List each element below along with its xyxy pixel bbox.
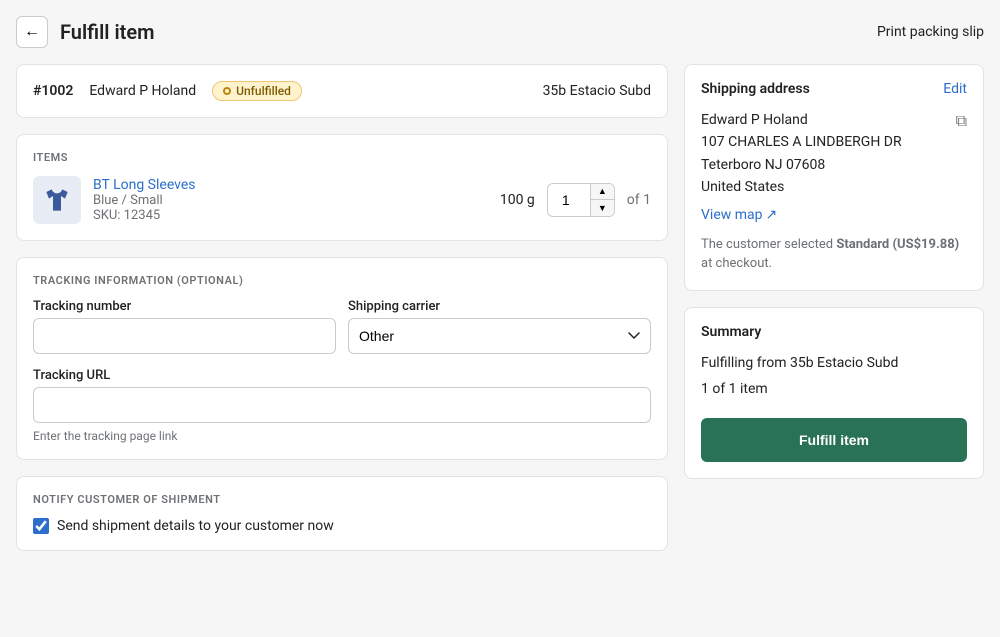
address-line1: 107 CHARLES A LINDBERGH DR	[701, 131, 902, 153]
quantity-control: ▲ ▼	[547, 183, 615, 217]
shipping-note: The customer selected Standard (US$19.88…	[701, 235, 967, 274]
external-link-icon: ↗	[766, 207, 778, 223]
address-country: United States	[701, 176, 902, 198]
shipping-method: Standard	[836, 237, 889, 252]
notify-checkbox-label[interactable]: Send shipment details to your customer n…	[57, 518, 334, 534]
fulfill-item-button[interactable]: Fulfill item	[701, 418, 967, 462]
shipping-carrier-group: Shipping carrier Other UPS FedEx DHL USP…	[348, 299, 651, 354]
print-packing-slip-link[interactable]: Print packing slip	[877, 24, 984, 40]
of-total: of 1	[627, 192, 651, 208]
copy-address-icon[interactable]: ⧉	[956, 111, 967, 131]
tracking-card: TRACKING INFORMATION (OPTIONAL) Tracking…	[16, 257, 668, 460]
summary-card: Summary Fulfilling from 35b Estacio Subd…	[684, 307, 984, 480]
tracking-number-label: Tracking number	[33, 299, 336, 314]
item-variant: Blue / Small	[93, 193, 488, 208]
main-content: #1002 Edward P Holand Unfulfilled 35b Es…	[16, 64, 984, 551]
order-info-card: #1002 Edward P Holand Unfulfilled 35b Es…	[16, 64, 668, 118]
items-card: ITEMS BT Long Sleeves Blue / Small SKU: …	[16, 134, 668, 241]
address-name: Edward P Holand	[701, 109, 902, 131]
item-weight: 100 g	[500, 192, 535, 208]
summary-title: Summary	[701, 324, 967, 340]
item-sku: SKU: 12345	[93, 208, 488, 223]
tracking-form-row: Tracking number Shipping carrier Other U…	[33, 299, 651, 354]
tracking-url-label: Tracking URL	[33, 368, 651, 383]
item-count: 1 of 1 item	[701, 378, 967, 400]
shipping-address-header: Shipping address Edit	[701, 81, 967, 97]
view-map-label: View map	[701, 207, 763, 223]
status-label: Unfulfilled	[236, 84, 291, 98]
table-row: BT Long Sleeves Blue / Small SKU: 12345 …	[33, 176, 651, 224]
quantity-decrease-button[interactable]: ▼	[590, 200, 614, 216]
shipping-carrier-select[interactable]: Other UPS FedEx DHL USPS	[348, 318, 651, 354]
customer-name: Edward P Holand	[89, 83, 196, 99]
notify-checkbox-row: Send shipment details to your customer n…	[33, 518, 651, 534]
shipping-address-card: Shipping address Edit Edward P Holand 10…	[684, 64, 984, 291]
back-button[interactable]: ←	[16, 16, 48, 48]
order-info-row: #1002 Edward P Holand Unfulfilled 35b Es…	[33, 81, 651, 101]
tracking-section-label: TRACKING INFORMATION (OPTIONAL)	[33, 274, 651, 287]
shipping-price: (US$19.88)	[892, 237, 959, 252]
fulfilling-from: Fulfilling from 35b Estacio Subd	[701, 352, 967, 374]
tracking-number-input[interactable]	[33, 318, 336, 354]
order-number: #1002	[33, 83, 73, 99]
address-row: Edward P Holand 107 CHARLES A LINDBERGH …	[701, 109, 967, 199]
page-header: ← Fulfill item Print packing slip	[16, 16, 984, 48]
notify-section-label: NOTIFY CUSTOMER OF SHIPMENT	[33, 493, 651, 506]
qty-buttons: ▲ ▼	[590, 184, 614, 216]
address-text: Edward P Holand 107 CHARLES A LINDBERGH …	[701, 109, 902, 199]
shipping-address-title: Shipping address	[701, 81, 810, 97]
status-dot	[223, 87, 231, 95]
view-map-link[interactable]: View map ↗	[701, 207, 777, 223]
tracking-url-hint: Enter the tracking page link	[33, 429, 651, 443]
item-details: BT Long Sleeves Blue / Small SKU: 12345	[93, 177, 488, 223]
item-image	[33, 176, 81, 224]
item-name-link[interactable]: BT Long Sleeves	[93, 177, 196, 193]
edit-address-link[interactable]: Edit	[943, 81, 967, 97]
quantity-input[interactable]	[548, 188, 584, 212]
notify-checkbox[interactable]	[33, 518, 49, 534]
shipping-carrier-label: Shipping carrier	[348, 299, 651, 314]
right-column: Shipping address Edit Edward P Holand 10…	[684, 64, 984, 551]
quantity-increase-button[interactable]: ▲	[590, 184, 614, 200]
status-badge: Unfulfilled	[212, 81, 302, 101]
tracking-url-group: Tracking URL Enter the tracking page lin…	[33, 368, 651, 443]
tracking-number-group: Tracking number	[33, 299, 336, 354]
order-location: 35b Estacio Subd	[543, 83, 651, 99]
address-line2: Teterboro NJ 07608	[701, 154, 902, 176]
page-title: Fulfill item	[60, 20, 155, 44]
shirt-icon	[41, 184, 73, 216]
left-column: #1002 Edward P Holand Unfulfilled 35b Es…	[16, 64, 668, 551]
tracking-url-input[interactable]	[33, 387, 651, 423]
items-section-label: ITEMS	[33, 151, 651, 164]
notify-card: NOTIFY CUSTOMER OF SHIPMENT Send shipmen…	[16, 476, 668, 551]
